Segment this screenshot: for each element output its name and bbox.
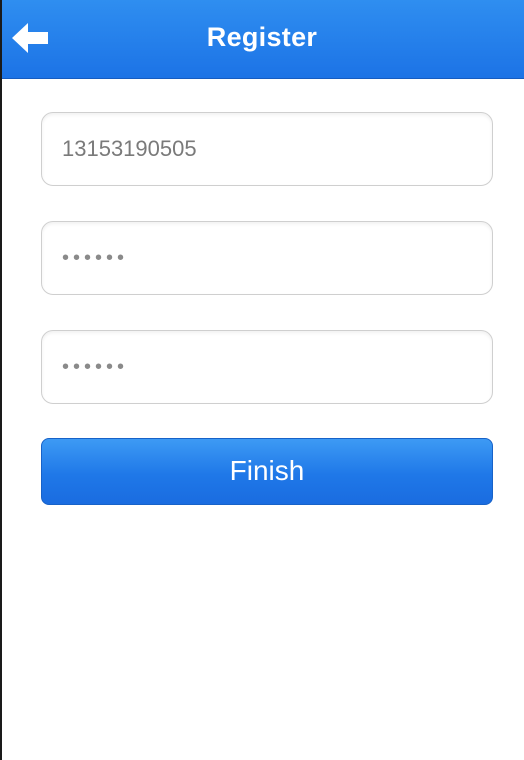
window-edge [0,0,2,760]
top-bar: Register [0,0,524,79]
phone-input[interactable] [42,113,492,185]
confirm-password-input[interactable] [42,331,492,403]
password-input[interactable] [42,222,492,294]
confirm-password-field [41,330,493,404]
phone-field [41,112,493,186]
page-title: Register [206,22,318,52]
password-field [41,221,493,295]
finish-button[interactable]: Finish [41,438,493,505]
